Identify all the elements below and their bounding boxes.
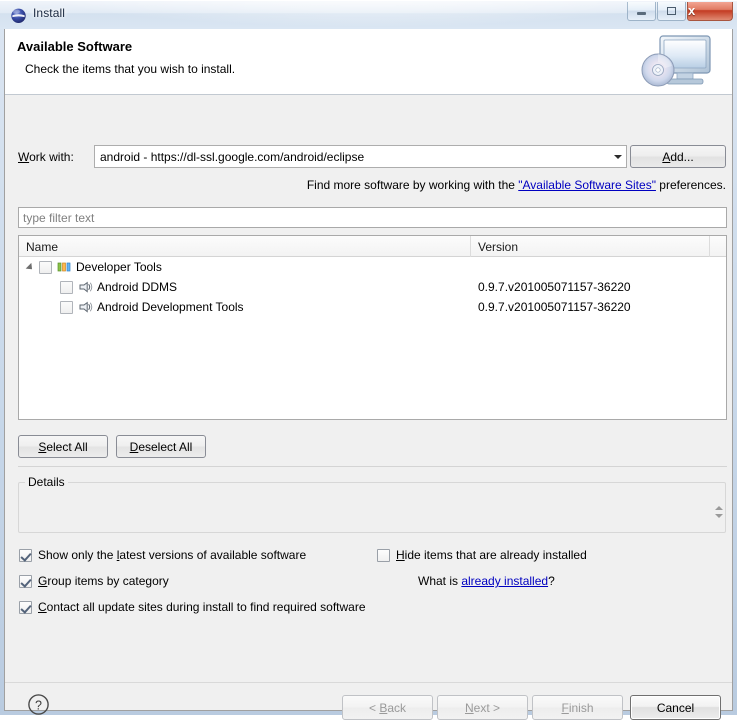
select-all-label: elect All (46, 439, 88, 454)
option-label: Hide items that are already installed (396, 548, 587, 562)
back-button-label: < Back (368, 700, 407, 715)
title-bar: Install x (0, 0, 737, 29)
row-name: Android DDMS (97, 280, 178, 294)
feature-plug-icon (77, 299, 93, 315)
deselect-all-button[interactable]: Deselect All (116, 435, 206, 458)
what-is-already-installed-text: What is already installed? (418, 574, 555, 588)
find-more-software-text: Find more software by working with the "… (5, 178, 726, 192)
details-group-box (18, 482, 726, 533)
finish-button[interactable]: Finish (532, 695, 623, 720)
feature-plug-icon (77, 279, 93, 295)
monitor-disc-icon (634, 29, 724, 94)
checkbox[interactable] (19, 600, 32, 614)
option-label: Show only the latest versions of availab… (38, 548, 307, 562)
select-all-button[interactable]: Select All (18, 435, 108, 458)
work-with-value: android - https://dl-ssl.google.com/andr… (100, 149, 365, 164)
column-header-version[interactable]: Version (471, 236, 710, 257)
install-dialog-window: Install x Available Software Check the i… (0, 0, 737, 720)
option-contact-update-sites[interactable]: Contact all update sites during install … (19, 600, 366, 614)
banner: Available Software Check the items that … (5, 29, 732, 95)
row-checkbox[interactable] (60, 280, 73, 294)
deselect-all-label: eselect All (138, 439, 193, 454)
details-legend: Details (25, 475, 68, 489)
back-button[interactable]: < Back (342, 695, 433, 720)
deselect-all-mnemonic: D (129, 439, 139, 454)
caption-button-group: x (627, 2, 733, 21)
expand-collapse-icon[interactable] (25, 262, 37, 273)
add-site-button[interactable]: Add... (630, 145, 726, 168)
window-title: Install (33, 6, 66, 20)
category-bars-icon (56, 259, 72, 275)
option-hide-installed-items[interactable]: Hide items that are already installed (377, 548, 587, 562)
available-software-sites-link[interactable]: "Available Software Sites" (518, 178, 656, 192)
whatis-prefix: What is (418, 574, 462, 588)
restore-icon (658, 2, 685, 20)
eclipse-sphere-icon (10, 7, 27, 24)
work-with-label: Work with: (18, 150, 74, 164)
find-more-suffix: preferences. (655, 178, 726, 192)
next-button-label: Next > (464, 700, 501, 715)
help-question-icon[interactable]: ? (27, 693, 50, 716)
option-label: Group items by category (38, 574, 169, 588)
whatis-suffix: ? (548, 574, 555, 588)
table-row[interactable]: Android Development Tools 0.9.7.v2010050… (19, 297, 726, 317)
page-title: Available Software (17, 39, 133, 54)
find-more-prefix: Find more software by working with the (306, 178, 519, 192)
row-name: Android Development Tools (97, 300, 244, 314)
page-subtitle: Check the items that you wish to install… (25, 62, 236, 76)
work-with-label-mnemonic: W (18, 150, 30, 164)
minimize-icon (628, 2, 655, 20)
checkbox[interactable] (377, 548, 390, 562)
option-show-latest-versions[interactable]: Show only the latest versions of availab… (19, 548, 306, 562)
row-version: 0.9.7.v201005071157-36220 (478, 280, 631, 294)
scroll-up-icon[interactable] (714, 505, 723, 510)
scroll-down-icon[interactable] (714, 513, 723, 518)
add-button-label: dd... (670, 149, 694, 164)
available-software-tree[interactable]: Name Version Developer Tools Android DDM… (18, 235, 727, 420)
work-with-label-rest: ork with: (29, 150, 74, 164)
option-group-by-category[interactable]: Group items by category (19, 574, 169, 588)
checkbox[interactable] (19, 548, 32, 562)
next-button[interactable]: Next > (437, 695, 528, 720)
svg-text:?: ? (35, 698, 42, 712)
details-scroll-spinner[interactable] (713, 501, 724, 522)
separator (18, 466, 727, 467)
row-checkbox[interactable] (39, 260, 52, 274)
option-label: Contact all update sites during install … (38, 600, 366, 614)
close-button[interactable]: x (687, 2, 733, 21)
table-row[interactable]: Developer Tools (19, 257, 726, 277)
row-checkbox[interactable] (60, 300, 73, 314)
select-all-mnemonic: S (38, 439, 47, 454)
finish-button-label: Finish (561, 700, 594, 715)
add-button-mnemonic: A (662, 149, 671, 164)
cancel-button[interactable]: Cancel (630, 695, 721, 720)
dialog-client-area: Available Software Check the items that … (4, 29, 733, 720)
close-icon: x (688, 3, 696, 18)
tree-header-row: Name Version (19, 236, 726, 257)
chevron-down-icon[interactable] (609, 146, 626, 167)
restore-button[interactable] (657, 2, 686, 21)
checkbox[interactable] (19, 574, 32, 588)
work-with-combo[interactable]: android - https://dl-ssl.google.com/andr… (94, 145, 627, 168)
already-installed-link[interactable]: already installed (461, 574, 548, 588)
column-header-extra[interactable] (710, 236, 726, 257)
row-name: Developer Tools (76, 260, 162, 274)
row-version: 0.9.7.v201005071157-36220 (478, 300, 631, 314)
column-header-name[interactable]: Name (19, 236, 471, 257)
filter-input[interactable]: type filter text (18, 207, 727, 228)
footer-separator (5, 682, 732, 683)
cancel-button-label: Cancel (656, 700, 695, 715)
table-row[interactable]: Android DDMS 0.9.7.v201005071157-36220 (19, 277, 726, 297)
filter-placeholder: type filter text (23, 210, 95, 225)
minimize-button[interactable] (627, 2, 656, 21)
